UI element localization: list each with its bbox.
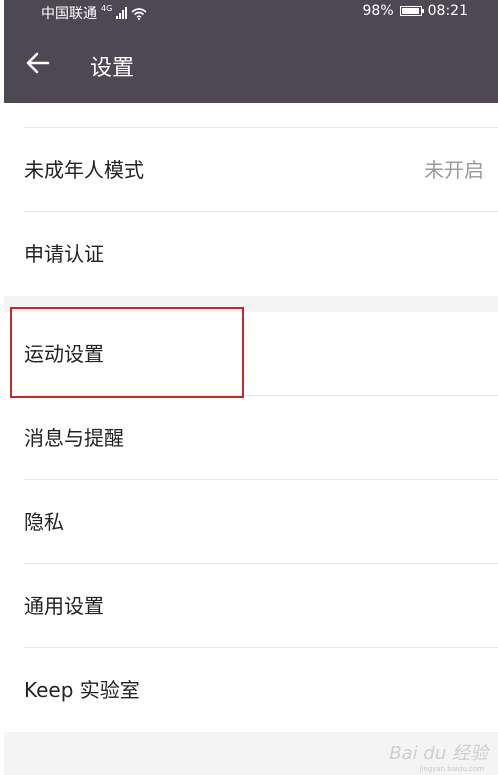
battery-icon	[399, 6, 424, 16]
status-bar-left: 中国联通 4G	[41, 3, 147, 23]
settings-item-privacy[interactable]: 隐私	[4, 480, 498, 564]
status-time: 08:21	[427, 3, 468, 19]
page-title: 设置	[90, 56, 135, 81]
settings-item-label: 未成年人模式	[24, 158, 144, 182]
back-button[interactable]	[22, 47, 54, 79]
status-bar: 中国联通 4G 98% 08:21	[4, 0, 498, 23]
battery-fill	[401, 8, 420, 14]
settings-item-apply-verification[interactable]: 申请认证	[4, 212, 498, 296]
settings-item-label: 运动设置	[24, 342, 104, 366]
settings-item-sport-settings[interactable]: 运动设置	[4, 312, 498, 396]
settings-item-label: 隐私	[24, 510, 64, 534]
settings-item-general[interactable]: 通用设置	[4, 564, 498, 648]
battery-percent: 98%	[362, 3, 394, 19]
status-bar-right: 98% 08:21	[363, 3, 468, 19]
settings-item-partial	[4, 103, 498, 128]
settings-item-label: 申请认证	[24, 242, 104, 266]
settings-item-value: 未开启	[424, 158, 484, 182]
watermark-logo: Bai du 经验	[389, 743, 488, 764]
carrier-name: 中国联通	[41, 6, 97, 22]
network-type: 4G	[101, 4, 113, 13]
watermark-url: jingyan.baidu.com	[419, 765, 484, 773]
section-gap	[4, 296, 498, 312]
settings-item-label: Keep 实验室	[24, 678, 140, 702]
settings-item-label: 消息与提醒	[24, 426, 124, 450]
signal-icon	[116, 7, 128, 19]
header-bar: 设置	[4, 23, 498, 103]
back-arrow-icon	[26, 52, 50, 74]
settings-item-minor-mode[interactable]: 未成年人模式 未开启	[4, 128, 498, 212]
settings-item-lab[interactable]: Keep 实验室	[4, 648, 498, 732]
settings-item-messages[interactable]: 消息与提醒	[4, 396, 498, 480]
wifi-icon	[131, 7, 147, 20]
settings-item-label: 通用设置	[24, 594, 104, 618]
